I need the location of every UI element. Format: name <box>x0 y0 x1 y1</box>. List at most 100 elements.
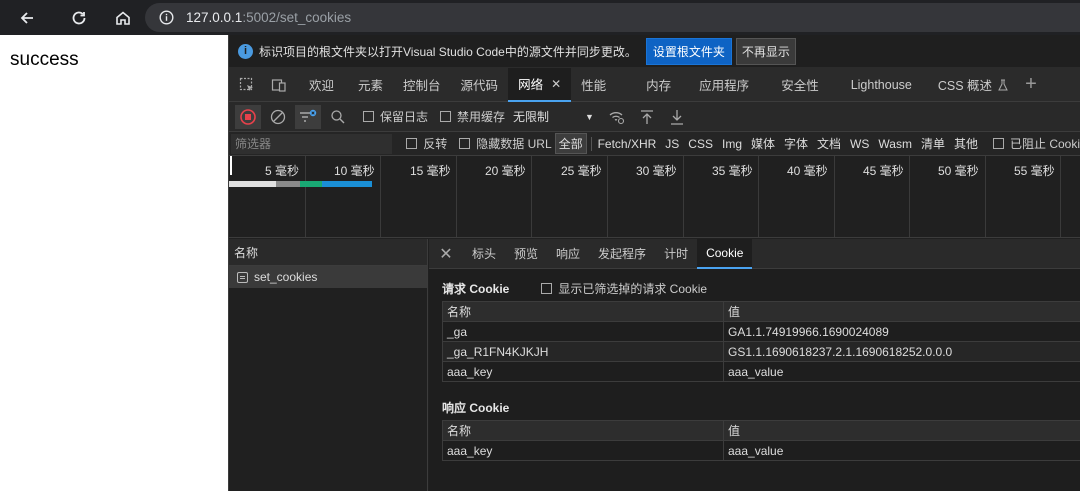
hide-data-urls-checkbox[interactable]: 隐藏数据 URL <box>459 135 552 152</box>
table-row[interactable]: aaa_key aaa_value <box>442 440 1080 461</box>
download-icon <box>670 109 683 125</box>
filter-type-img[interactable]: Img <box>719 136 745 152</box>
back-button[interactable] <box>12 3 42 33</box>
filter-type-fetch-xhr[interactable]: Fetch/XHR <box>595 136 660 152</box>
home-button[interactable] <box>108 3 138 33</box>
record-button[interactable] <box>235 104 261 129</box>
blocked-cookies-checkbox[interactable]: 已阻止 Cooki <box>992 135 1080 152</box>
checkbox-box <box>459 138 471 149</box>
tab-elements[interactable]: 元素 <box>348 68 393 102</box>
tab-css-overview[interactable]: CSS 概述 <box>928 68 1019 102</box>
tab-memory[interactable]: 内存 <box>636 68 681 102</box>
filter-type-manifest[interactable]: 清单 <box>918 134 948 153</box>
back-arrow-icon <box>20 11 33 24</box>
network-conditions-button[interactable] <box>604 105 630 129</box>
tab-console[interactable]: 控制台 <box>393 68 451 102</box>
tab-security[interactable]: 安全性 <box>771 68 829 102</box>
tab-response[interactable]: 响应 <box>547 239 589 269</box>
show-filtered-cookies-checkbox[interactable]: 显示已筛选掉的请求 Cookie <box>541 280 707 297</box>
column-header-name[interactable]: 名称 <box>442 420 724 441</box>
close-detail-icon[interactable]: ✕ <box>429 244 463 264</box>
filter-type-media[interactable]: 媒体 <box>748 134 778 153</box>
table-row[interactable]: _ga GA1.1.74919966.1690024089 <box>442 321 1080 342</box>
home-icon <box>116 10 130 25</box>
dropdown-arrow-icon: ▼ <box>585 111 594 122</box>
reload-button[interactable] <box>64 3 94 33</box>
record-stop-icon <box>240 108 256 125</box>
filter-type-wasm[interactable]: Wasm <box>875 136 915 152</box>
search-button[interactable] <box>325 105 351 129</box>
invert-checkbox[interactable]: 反转 <box>406 135 447 152</box>
timeline-label: 55 毫秒 <box>1014 164 1055 178</box>
timeline-cursor <box>230 156 232 175</box>
request-list-header[interactable]: 名称 <box>229 239 427 266</box>
device-emulation-button[interactable] <box>263 68 295 102</box>
table-row[interactable]: _ga_R1FN4KJKJH GS1.1.1690618237.2.1.1690… <box>442 341 1080 362</box>
column-header-name[interactable]: 名称 <box>442 301 724 322</box>
address-bar[interactable]: 127.0.0.1:5002/set_cookies <box>145 3 1080 32</box>
tab-lighthouse[interactable]: Lighthouse <box>841 68 922 102</box>
network-timeline-overview[interactable]: 5 毫秒 10 毫秒 15 毫秒 20 毫秒 25 毫秒 30 毫秒 35 毫秒… <box>229 156 1080 238</box>
export-har-button[interactable] <box>664 105 690 129</box>
timeline-gridline <box>1060 156 1061 237</box>
disable-cache-checkbox[interactable]: 禁用缓存 <box>440 108 505 125</box>
document-icon <box>237 271 248 283</box>
filter-type-doc[interactable]: 文档 <box>814 134 844 153</box>
filter-toggle-button[interactable] <box>295 104 321 129</box>
inspect-element-button[interactable] <box>231 68 263 102</box>
clear-icon <box>270 109 286 124</box>
timeline-gridline <box>305 156 306 237</box>
timeline-label: 5 毫秒 <box>265 164 300 178</box>
add-tab-icon[interactable]: + <box>1025 73 1037 96</box>
wifi-settings-icon <box>609 111 625 124</box>
tab-sources[interactable]: 源代码 <box>451 68 509 102</box>
filter-type-ws[interactable]: WS <box>847 136 872 152</box>
tab-cookies[interactable]: Cookie <box>697 238 753 269</box>
tab-performance[interactable]: 性能 <box>571 68 616 102</box>
set-root-folder-button[interactable]: 设置根文件夹 <box>645 37 732 65</box>
preserve-log-checkbox[interactable]: 保留日志 <box>363 108 428 125</box>
filter-type-js[interactable]: JS <box>662 136 682 152</box>
request-detail: ✕ 标头 预览 响应 发起程序 计时 Cookie 请求 Cookie 显示已筛… <box>429 238 1080 491</box>
request-cookies-section: 请求 Cookie 显示已筛选掉的请求 Cookie <box>429 275 1080 301</box>
disable-cache-label: 禁用缓存 <box>457 110 506 124</box>
timeline-gridline <box>909 156 910 237</box>
tab-timing[interactable]: 计时 <box>655 239 697 269</box>
filter-input[interactable]: 筛选器 <box>231 133 393 154</box>
filter-type-other[interactable]: 其他 <box>951 134 981 153</box>
tab-css-overview-label: CSS 概述 <box>937 79 993 93</box>
show-filtered-label: 显示已筛选掉的请求 Cookie <box>558 281 708 296</box>
request-row[interactable]: set_cookies <box>229 266 427 288</box>
column-header-value[interactable]: 值 <box>723 420 1080 441</box>
timeline-gridline <box>531 156 532 237</box>
tab-initiator[interactable]: 发起程序 <box>589 239 655 269</box>
invert-label: 反转 <box>423 137 448 151</box>
throttling-select[interactable]: 无限制 ▼ <box>513 108 594 125</box>
timeline-bar-download <box>322 181 372 187</box>
table-row[interactable]: aaa_key aaa_value <box>442 361 1080 382</box>
flask-icon <box>998 79 1008 90</box>
filter-type-css[interactable]: CSS <box>685 136 716 152</box>
close-tab-icon[interactable]: ✕ <box>551 77 561 91</box>
tab-application[interactable]: 应用程序 <box>689 68 759 102</box>
dont-show-again-button[interactable]: 不再显示 <box>735 37 796 65</box>
import-har-button[interactable] <box>634 105 660 129</box>
timeline-label: 45 毫秒 <box>863 164 904 178</box>
checkbox-box <box>406 138 418 149</box>
tab-network-label: 网络 <box>518 78 544 92</box>
blocked-cookies-label: 已阻止 Cooki <box>1009 137 1080 151</box>
tab-welcome[interactable]: 欢迎 <box>299 68 344 102</box>
info-circle-icon[interactable] <box>159 10 174 25</box>
cookie-name: aaa_key <box>442 361 724 382</box>
tab-preview[interactable]: 预览 <box>505 239 547 269</box>
device-icon <box>271 78 286 92</box>
filter-type-font[interactable]: 字体 <box>781 134 811 153</box>
filter-type-all[interactable]: 全部 <box>554 133 587 154</box>
tab-network[interactable]: 网络 ✕ <box>508 67 572 102</box>
cookie-value: GA1.1.74919966.1690024089 <box>723 321 1080 342</box>
table-header-row: 名称 值 <box>442 420 1080 441</box>
tab-headers[interactable]: 标头 <box>463 239 505 269</box>
column-header-value[interactable]: 值 <box>723 301 1080 322</box>
cookie-name: aaa_key <box>442 440 724 461</box>
clear-button[interactable] <box>265 105 291 129</box>
